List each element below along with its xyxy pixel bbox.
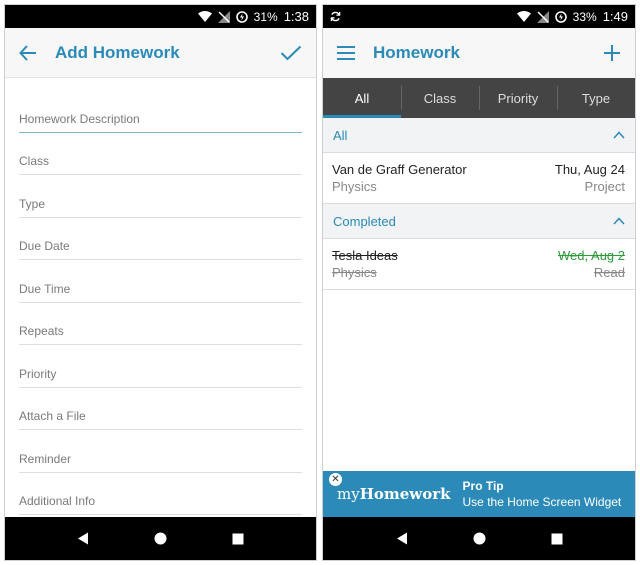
homework-title: Tesla Ideas [332, 248, 398, 263]
back-triangle-icon[interactable] [396, 532, 408, 545]
add-homework-screen: 31% 1:38 Add Homework Homework Descripti… [4, 4, 317, 561]
check-icon[interactable] [280, 45, 302, 61]
homework-type: Project [584, 179, 625, 194]
homework-class: Physics [332, 179, 377, 194]
status-bar: 33% 1:49 [323, 5, 635, 28]
app-bar: Homework [323, 28, 635, 78]
repeats-field[interactable]: Repeats [19, 303, 302, 345]
homework-item-completed[interactable]: Tesla Ideas Physics Wed, Aug 2 Read [323, 239, 635, 290]
battery-saver-icon [235, 10, 248, 23]
homework-class: Physics [332, 265, 377, 280]
homework-due-date: Wed, Aug 2 [558, 248, 625, 263]
page-title: Add Homework [55, 42, 180, 62]
pro-tip-banner[interactable]: ✕ myHomework Pro Tip Use the Home Screen… [323, 471, 635, 517]
section-title: All [333, 127, 348, 143]
close-icon[interactable]: ✕ [329, 473, 342, 486]
priority-field[interactable]: Priority [19, 345, 302, 388]
due-date-field[interactable]: Due Date [19, 218, 302, 260]
system-nav-bar [323, 517, 635, 560]
tab-priority[interactable]: Priority [479, 78, 557, 118]
battery-percent: 33% [572, 9, 597, 24]
page-title: Homework [373, 43, 460, 62]
app-bar: Add Homework [5, 28, 316, 78]
tab-all[interactable]: All [323, 78, 401, 118]
clock: 1:49 [602, 9, 628, 24]
tab-type[interactable]: Type [557, 78, 635, 118]
pro-tip-body: Use the Home Screen Widget [462, 495, 622, 509]
section-header-completed[interactable]: Completed [323, 204, 635, 239]
tab-class[interactable]: Class [401, 78, 479, 118]
chevron-up-icon[interactable] [613, 217, 625, 225]
home-circle-icon[interactable] [154, 532, 167, 545]
no-signal-icon [217, 10, 230, 23]
reminder-field[interactable]: Reminder [19, 430, 302, 473]
arrow-left-icon[interactable] [19, 44, 37, 61]
wifi-icon [516, 11, 531, 22]
wifi-icon [197, 11, 212, 22]
attach-file-field[interactable]: Attach a File [19, 388, 302, 430]
homework-type: Read [593, 265, 625, 280]
filter-tabs: All Class Priority Type [323, 78, 635, 118]
chevron-up-icon[interactable] [613, 131, 625, 139]
type-field[interactable]: Type [19, 175, 302, 218]
additional-info-field[interactable]: Additional Info [19, 473, 302, 515]
status-bar: 31% 1:38 [5, 5, 316, 28]
section-header-all[interactable]: All [323, 118, 635, 153]
homework-item[interactable]: Van de Graff Generator Physics Thu, Aug … [323, 153, 635, 204]
recents-square-icon[interactable] [232, 533, 244, 545]
class-field[interactable]: Class [19, 133, 302, 175]
hamburger-menu-icon[interactable] [337, 46, 355, 60]
homework-form: Homework Description Class Type Due Date… [5, 78, 316, 515]
due-time-field[interactable]: Due Time [19, 260, 302, 303]
plus-icon[interactable] [603, 44, 621, 62]
sync-icon [330, 11, 341, 22]
recents-square-icon[interactable] [551, 533, 563, 545]
section-title: Completed [333, 213, 396, 229]
homework-title: Van de Graff Generator [332, 162, 467, 177]
homework-due-date: Thu, Aug 24 [554, 162, 625, 177]
homework-list-screen: 33% 1:49 Homework All Class Priority Typ… [322, 4, 636, 561]
back-triangle-icon[interactable] [77, 532, 89, 545]
no-signal-icon [536, 10, 549, 23]
homework-description-field[interactable]: Homework Description [19, 90, 302, 133]
battery-saver-icon [554, 10, 567, 23]
battery-percent: 31% [253, 9, 278, 24]
home-circle-icon[interactable] [473, 532, 486, 545]
myhomework-logo: myHomework [337, 485, 451, 503]
pro-tip-headline: Pro Tip [462, 479, 504, 493]
clock: 1:38 [283, 9, 309, 24]
system-nav-bar [5, 517, 316, 560]
